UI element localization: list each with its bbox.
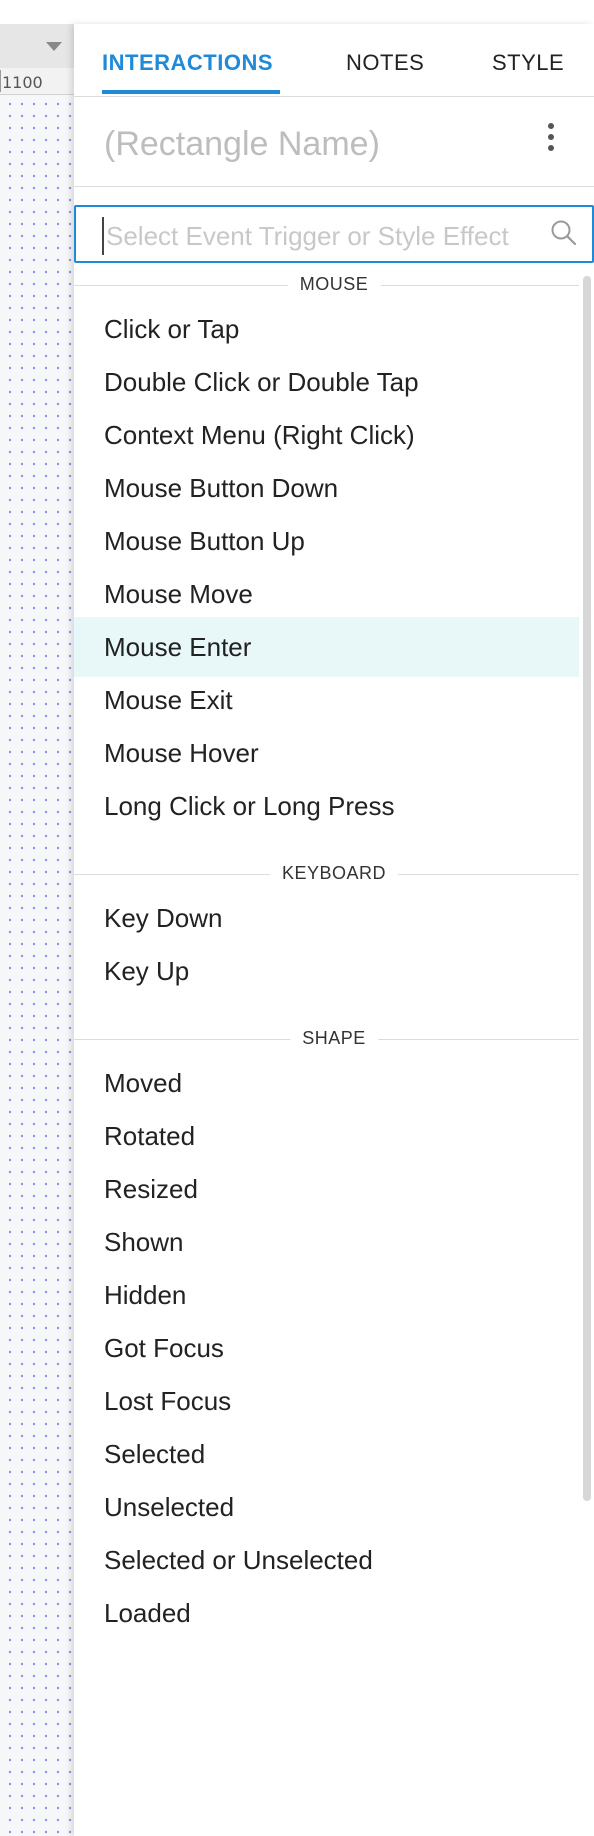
- list-item[interactable]: Key Down: [74, 888, 579, 948]
- section-title: MOUSE: [287, 274, 381, 295]
- section-title: SHAPE: [290, 1028, 378, 1049]
- list-item[interactable]: Lost Focus: [74, 1371, 579, 1431]
- list-item[interactable]: Double Click or Double Tap: [74, 352, 579, 412]
- ruler-label: 1100: [2, 73, 43, 92]
- canvas-top-bar: [0, 0, 74, 25]
- list-item[interactable]: Selected: [74, 1424, 579, 1484]
- element-name-field[interactable]: (Rectangle Name): [104, 125, 380, 164]
- list-item[interactable]: Mouse Exit: [74, 670, 579, 730]
- event-search-input[interactable]: [102, 217, 540, 255]
- list-item[interactable]: Key Up: [74, 941, 579, 1001]
- list-item[interactable]: Context Menu (Right Click): [74, 405, 579, 465]
- list-item[interactable]: Loaded: [74, 1583, 579, 1643]
- list-item[interactable]: Hidden: [74, 1265, 579, 1325]
- active-tab-indicator: [102, 90, 280, 94]
- list-item[interactable]: Unselected: [74, 1477, 579, 1537]
- panel-tabs: INTERACTIONS NOTES STYLE: [74, 24, 594, 97]
- element-name-row: (Rectangle Name): [74, 97, 594, 187]
- ruler-tick: [0, 70, 1, 92]
- chevron-down-icon[interactable]: [46, 42, 62, 51]
- canvas-area[interactable]: [0, 0, 74, 1836]
- search-icon[interactable]: [550, 219, 578, 247]
- list-item[interactable]: Mouse Hover: [74, 723, 579, 783]
- section-header-keyboard: KEYBOARD: [74, 863, 579, 887]
- section-header-shape: SHAPE: [74, 1028, 579, 1052]
- list-item[interactable]: Moved: [74, 1053, 579, 1113]
- section-title: KEYBOARD: [269, 863, 399, 884]
- list-item[interactable]: Rotated: [74, 1106, 579, 1166]
- list-item[interactable]: Shown: [74, 1212, 579, 1272]
- list-item[interactable]: Mouse Enter: [74, 617, 579, 677]
- list-item[interactable]: Long Click or Long Press: [74, 776, 579, 836]
- list-item[interactable]: Mouse Button Down: [74, 458, 579, 518]
- list-item[interactable]: Resized: [74, 1159, 579, 1219]
- tab-interactions[interactable]: INTERACTIONS: [102, 50, 273, 76]
- list-item[interactable]: Selected or Unselected: [74, 1530, 579, 1590]
- list-item[interactable]: Mouse Button Up: [74, 511, 579, 571]
- tab-notes[interactable]: NOTES: [346, 50, 424, 76]
- scrollbar-thumb[interactable]: [583, 276, 591, 1501]
- event-search-box: [74, 205, 594, 263]
- list-item[interactable]: Mouse Move: [74, 564, 579, 624]
- list-item[interactable]: Click or Tap: [74, 299, 579, 359]
- tab-style[interactable]: STYLE: [492, 50, 564, 76]
- section-header-mouse: MOUSE: [74, 274, 579, 298]
- list-item[interactable]: Got Focus: [74, 1318, 579, 1378]
- more-vertical-icon[interactable]: [548, 123, 556, 157]
- event-list: MOUSE Click or Tap Double Click or Double …: [74, 270, 579, 1836]
